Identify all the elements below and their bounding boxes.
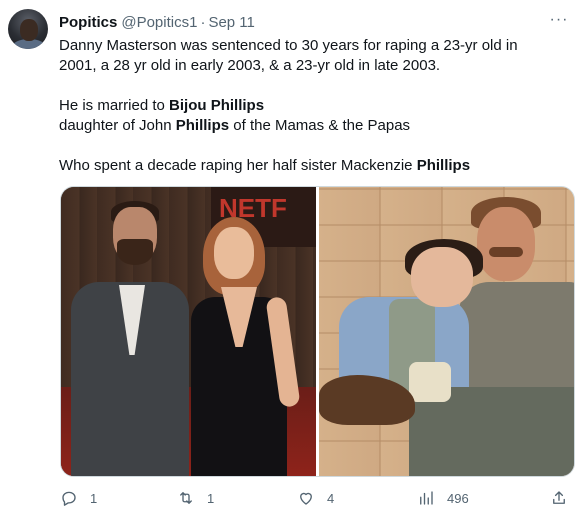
bold-text: Phillips <box>175 117 230 134</box>
views-count: 496 <box>447 490 469 506</box>
action-bar: 1 1 4 496 <box>60 486 575 510</box>
tweet-text-line: Who spent a decade raping her half siste… <box>59 156 574 176</box>
share-icon <box>553 491 565 504</box>
text-span: of the Mamas & the Papas <box>229 117 411 134</box>
like-button[interactable]: 4 <box>297 486 334 510</box>
avatar-face <box>20 19 38 41</box>
man-beard <box>117 239 153 265</box>
retweet-count: 1 <box>207 490 215 506</box>
heart-icon <box>300 492 312 505</box>
tweet: Popitics @Popitics1 · Sep 11 ··· Danny M… <box>0 0 585 524</box>
media-grid: NETF <box>60 186 575 477</box>
text-span: daughter of John <box>59 117 176 134</box>
author-handle[interactable]: @Popitics1 <box>121 14 197 31</box>
girl-head <box>411 247 473 307</box>
dad-mustache <box>489 247 523 257</box>
woman-head <box>214 227 254 279</box>
share-button[interactable] <box>550 486 568 510</box>
dad-head <box>477 207 535 281</box>
bold-text: Bijou Phillips <box>169 97 265 114</box>
tweet-text-line: Danny Masterson was sentenced to 30 year… <box>59 37 518 54</box>
avatar[interactable] <box>8 9 48 49</box>
photo-red-carpet[interactable]: NETF <box>61 187 316 476</box>
reply-count: 1 <box>90 490 98 506</box>
tweet-text-line: 2001, a 28 yr old in early 2003, & a 23-… <box>59 57 441 74</box>
like-count: 4 <box>327 490 335 506</box>
text-span: Who spent a decade raping her half siste… <box>59 157 417 174</box>
tweet-text-line: daughter of John Phillips of the Mamas &… <box>59 116 574 136</box>
sock <box>409 362 451 402</box>
header-separator: · <box>200 14 206 31</box>
reply-icon <box>62 491 76 506</box>
bold-text: Phillips <box>416 157 471 174</box>
retweet-button[interactable]: 1 <box>177 486 214 510</box>
reply-button[interactable]: 1 <box>60 486 97 510</box>
text-span: He is married to <box>59 97 170 114</box>
photo-father-daughter[interactable] <box>319 187 574 476</box>
views-icon <box>420 491 433 505</box>
more-options-icon[interactable]: ··· <box>547 12 571 32</box>
tweet-text-line: He is married to Bijou Phillips <box>59 96 574 116</box>
retweet-icon <box>180 492 192 504</box>
tweet-text: Danny Masterson was sentenced to 30 year… <box>59 36 574 176</box>
tweet-header: Popitics @Popitics1 · Sep 11 <box>59 14 255 32</box>
author-name[interactable]: Popitics <box>59 14 117 31</box>
tweet-date[interactable]: Sep 11 <box>208 14 254 31</box>
views-button[interactable]: 496 <box>417 486 469 510</box>
